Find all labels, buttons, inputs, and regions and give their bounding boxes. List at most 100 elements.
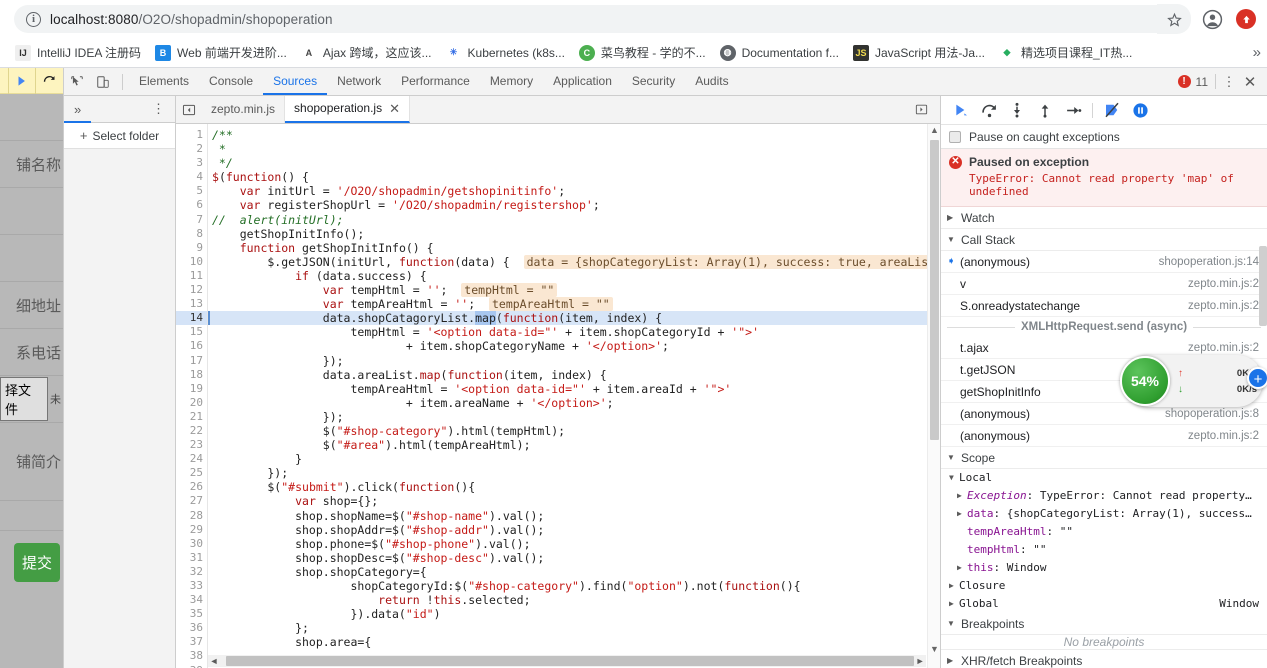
code-line[interactable]: // alert(initUrl); bbox=[212, 213, 940, 227]
tab-performance[interactable]: Performance bbox=[391, 68, 480, 95]
code-line[interactable]: }); bbox=[212, 354, 940, 368]
code-line[interactable]: $(function() { bbox=[212, 170, 940, 184]
choose-file-button[interactable]: 择文件 bbox=[0, 377, 48, 421]
step-into-next-call-icon[interactable] bbox=[1003, 97, 1031, 123]
code-line[interactable]: + item.areaName + '</option>'; bbox=[212, 396, 940, 410]
site-info-icon[interactable]: i bbox=[26, 11, 41, 27]
step-over-next-call-icon[interactable] bbox=[975, 97, 1003, 123]
line-number[interactable]: 9 bbox=[176, 241, 207, 255]
line-number[interactable]: 35 bbox=[176, 607, 207, 621]
line-number[interactable]: 15 bbox=[176, 325, 207, 339]
code-line[interactable]: } bbox=[212, 452, 940, 466]
line-number[interactable]: 33 bbox=[176, 579, 207, 593]
line-number[interactable]: 37 bbox=[176, 635, 207, 649]
code-line[interactable]: var registerShopUrl = '/O2O/shopadmin/re… bbox=[212, 198, 940, 212]
code-line[interactable]: }); bbox=[212, 410, 940, 424]
tab-console[interactable]: Console bbox=[199, 68, 263, 95]
tab-memory[interactable]: Memory bbox=[480, 68, 543, 95]
profile-avatar-icon[interactable] bbox=[1197, 4, 1227, 34]
scope-section-header[interactable]: ▼ Scope bbox=[941, 447, 1267, 469]
devtools-more-options-icon[interactable]: ⋮ bbox=[1219, 74, 1239, 90]
select-folder-button[interactable]: + Select folder bbox=[64, 123, 175, 149]
bookmark-star-icon[interactable] bbox=[1157, 4, 1191, 34]
code-line[interactable]: shop.phone=$("#shop-phone").val(); bbox=[212, 537, 940, 551]
close-tab-icon[interactable]: ✕ bbox=[389, 95, 400, 122]
line-number[interactable]: 22 bbox=[176, 424, 207, 438]
code-line[interactable]: */ bbox=[212, 156, 940, 170]
code-line[interactable]: shop.shopName=$("#shop-name").val(); bbox=[212, 509, 940, 523]
bookmark-item[interactable]: ◍ Documentation f... bbox=[713, 41, 846, 65]
line-number[interactable]: 10 bbox=[176, 255, 207, 269]
code-line[interactable]: * bbox=[212, 142, 940, 156]
code-line[interactable]: + item.shopCategoryName + '</option>'; bbox=[212, 339, 940, 353]
breakpoints-section-header[interactable]: ▼ Breakpoints bbox=[941, 613, 1267, 635]
code-line[interactable]: }; bbox=[212, 621, 940, 635]
code-line[interactable]: var initUrl = '/O2O/shopadmin/getshopini… bbox=[212, 184, 940, 198]
code-line[interactable]: shop.shopCategory={ bbox=[212, 565, 940, 579]
code-editor[interactable]: 1 2 3 4 5 6 7 8 9 10 11 12 13 14 15 16 17 18 19 20 21 22 23 24 2… bbox=[176, 124, 940, 668]
xhr-breakpoints-section-header[interactable]: ▶ XHR/fetch Breakpoints bbox=[941, 650, 1267, 668]
vscroll-thumb[interactable] bbox=[930, 140, 939, 440]
editor-vertical-scrollbar[interactable]: ▲ ▼ bbox=[927, 124, 940, 668]
bookmark-item[interactable]: ✳ Kubernetes (k8s... bbox=[439, 41, 572, 65]
bookmark-item[interactable]: ◆ 精选项目课程_IT热... bbox=[992, 41, 1139, 65]
call-stack-section-header[interactable]: ▼ Call Stack bbox=[941, 229, 1267, 251]
call-stack-frame[interactable]: v zepto.min.js:2 bbox=[941, 273, 1267, 295]
line-number[interactable]: 26 bbox=[176, 480, 207, 494]
bookmark-item[interactable]: B Web 前端开发进阶... bbox=[148, 41, 294, 65]
code-line[interactable]: if (data.success) { bbox=[212, 269, 940, 283]
line-number[interactable]: 13 bbox=[176, 297, 207, 311]
line-number[interactable]: 30 bbox=[176, 537, 207, 551]
error-count-badge[interactable]: ! 11 bbox=[1177, 75, 1208, 89]
call-stack-frame[interactable]: (anonymous) zepto.min.js:2 bbox=[941, 425, 1267, 447]
line-number[interactable]: 16 bbox=[176, 339, 207, 353]
code-line[interactable]: $("#submit").click(function(){ bbox=[212, 480, 940, 494]
watch-section-header[interactable]: ▶ Watch bbox=[941, 207, 1267, 229]
line-number[interactable]: 14 bbox=[176, 311, 207, 326]
code-line[interactable]: var tempHtml = ''; tempHtml = "" bbox=[212, 283, 940, 298]
tab-audits[interactable]: Audits bbox=[685, 68, 738, 95]
resume-script-execution-icon[interactable] bbox=[947, 97, 975, 123]
code-line[interactable]: shopCategoryId:$("#shop-category").find(… bbox=[212, 579, 940, 593]
line-number[interactable]: 32 bbox=[176, 565, 207, 579]
editor-tab-shopoperation[interactable]: shopoperation.js ✕ bbox=[285, 96, 410, 123]
scope-global-row[interactable]: ▶ Global Window bbox=[941, 595, 1267, 613]
page-step-over-icon[interactable] bbox=[36, 68, 63, 94]
scope-closure-row[interactable]: ▶ Closure bbox=[941, 577, 1267, 595]
scope-entry[interactable]: tempHtml: "" bbox=[941, 541, 1267, 559]
line-number[interactable]: 8 bbox=[176, 227, 207, 241]
code-line[interactable]: /** bbox=[212, 128, 940, 142]
editor-tab-zepto[interactable]: zepto.min.js bbox=[202, 96, 286, 123]
code-line[interactable]: tempAreaHtml = '<option data-id="' + ite… bbox=[212, 382, 940, 396]
code-line[interactable]: getShopInitInfo(); bbox=[212, 227, 940, 241]
code-line[interactable]: var tempAreaHtml = ''; tempAreaHtml = "" bbox=[212, 297, 940, 312]
code-line[interactable]: }).data("id") bbox=[212, 607, 940, 621]
code-line[interactable]: var shop={}; bbox=[212, 494, 940, 508]
toggle-device-toolbar-icon[interactable] bbox=[90, 69, 116, 95]
scroll-up-icon[interactable]: ▲ bbox=[928, 125, 940, 135]
scope-entry[interactable]: tempAreaHtml: "" bbox=[941, 523, 1267, 541]
line-number[interactable]: 18 bbox=[176, 368, 207, 382]
show-navigator-icon[interactable] bbox=[176, 103, 202, 117]
code-scroll-region[interactable]: /** * */$(function() { var initUrl = '/O… bbox=[208, 124, 940, 668]
pause-on-exceptions-icon[interactable] bbox=[1126, 97, 1154, 123]
pause-on-caught-checkbox[interactable] bbox=[949, 130, 961, 143]
code-line[interactable]: tempHtml = '<option data-id="' + item.sh… bbox=[212, 325, 940, 339]
line-number[interactable]: 25 bbox=[176, 466, 207, 480]
code-line[interactable]: $("#area").html(tempAreaHtml); bbox=[212, 438, 940, 452]
bookmark-item[interactable]: IJ IntelliJ IDEA 注册码 bbox=[8, 41, 148, 65]
code-line[interactable]: function getShopInitInfo() { bbox=[212, 241, 940, 255]
navigator-more-icon[interactable]: ⋮ bbox=[152, 101, 175, 117]
line-number[interactable]: 38 bbox=[176, 649, 207, 663]
tab-security[interactable]: Security bbox=[622, 68, 685, 95]
code-line[interactable]: return !this.selected; bbox=[212, 593, 940, 607]
pause-on-caught-exceptions-row[interactable]: Pause on caught exceptions bbox=[941, 125, 1267, 149]
bookmark-item[interactable]: JS JavaScript 用法-Ja... bbox=[846, 41, 992, 65]
line-number[interactable]: 17 bbox=[176, 354, 207, 368]
code-line[interactable]: shop.shopDesc=$("#shop-desc").val(); bbox=[212, 551, 940, 565]
scroll-right-icon[interactable]: ► bbox=[914, 656, 926, 666]
line-number[interactable]: 24 bbox=[176, 452, 207, 466]
line-number[interactable]: 4 bbox=[176, 170, 207, 184]
hscroll-thumb[interactable] bbox=[225, 656, 915, 666]
scope-local-header[interactable]: ▼ Local bbox=[941, 469, 1267, 487]
